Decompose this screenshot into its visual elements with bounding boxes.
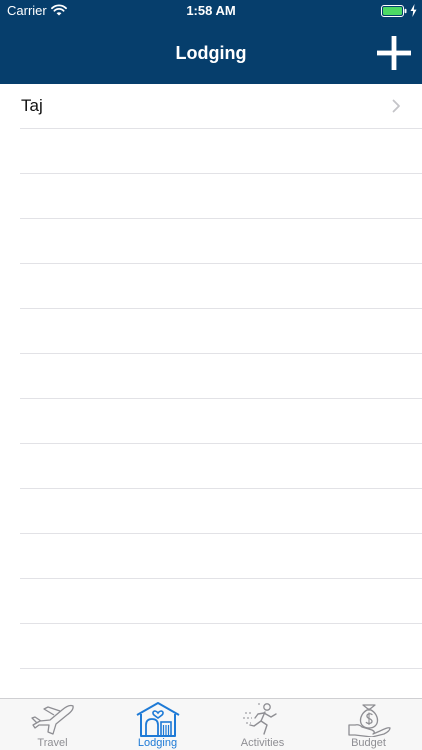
empty-list-row — [0, 309, 422, 354]
battery-icon — [381, 5, 407, 17]
add-lodging-button[interactable] — [374, 33, 414, 73]
empty-list-row — [0, 264, 422, 309]
empty-list-row — [0, 534, 422, 579]
tab-label-activities: Activities — [240, 737, 285, 749]
tab-label-budget: Budget — [351, 737, 386, 749]
chevron-right-icon — [392, 99, 400, 113]
tab-travel[interactable]: Travel — [0, 699, 105, 750]
money-bag-hand-icon — [347, 704, 391, 737]
charging-icon — [410, 4, 417, 17]
empty-list-row — [0, 669, 422, 698]
tab-bar: Travel Lodging Activities Budget — [0, 698, 422, 750]
empty-list-row — [0, 174, 422, 219]
lodging-name-label: Taj — [21, 96, 43, 115]
empty-list-row — [0, 489, 422, 534]
tab-activities[interactable]: Activities — [210, 699, 315, 750]
empty-list-row — [0, 444, 422, 489]
runner-icon — [242, 703, 277, 735]
airplane-icon — [30, 704, 74, 735]
plus-icon — [377, 36, 411, 70]
empty-list-row — [0, 624, 422, 669]
house-icon — [136, 702, 179, 737]
empty-list-row — [0, 399, 422, 444]
empty-list-row — [0, 129, 422, 174]
lodging-list: Taj — [0, 84, 422, 698]
empty-list-row — [0, 579, 422, 624]
status-bar: Carrier 1:58 AM — [0, 0, 422, 22]
page-title: Lodging — [175, 43, 247, 63]
lodging-list-item[interactable]: Taj — [0, 84, 422, 129]
tab-label-lodging: Lodging — [137, 737, 178, 749]
empty-list-row — [0, 354, 422, 399]
navigation-header: Carrier 1:58 AM Lodging — [0, 0, 422, 84]
tab-budget[interactable]: Budget — [316, 699, 421, 750]
tab-lodging[interactable]: Lodging — [105, 699, 210, 750]
tab-label-travel: Travel — [37, 737, 68, 749]
empty-list-row — [0, 219, 422, 264]
status-time: 1:58 AM — [186, 3, 236, 18]
